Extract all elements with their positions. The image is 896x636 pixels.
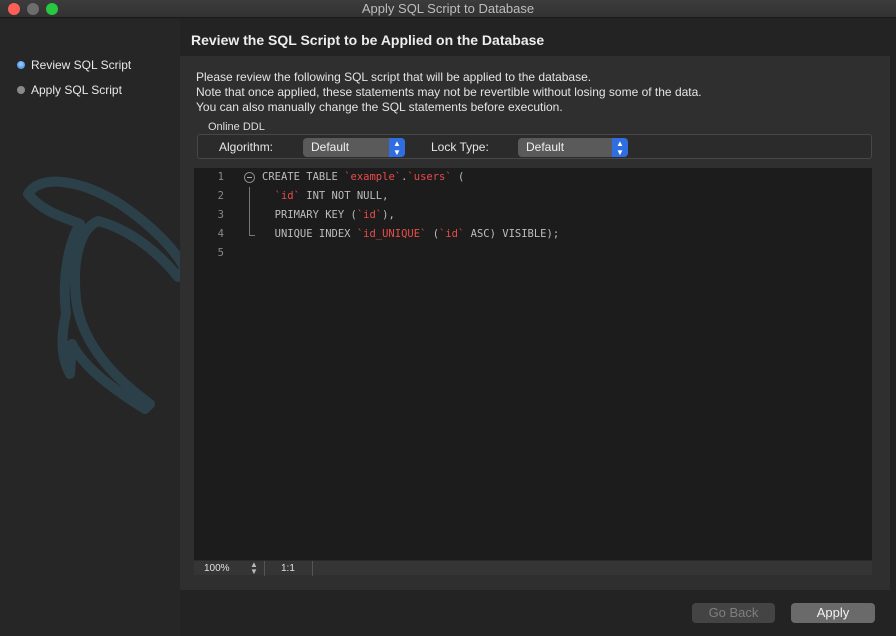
step-inactive-indicator-icon (17, 86, 25, 94)
description-line: You can also manually change the SQL sta… (196, 100, 563, 114)
code-text: CREATE TABLE `example`.`users` ( (262, 171, 465, 183)
dolphin-logo-icon (23, 176, 180, 414)
editor-status-bar: 100% ▲ ▼ 1:1 (194, 560, 872, 576)
lock-type-select[interactable]: Default ▲ ▼ (518, 138, 628, 157)
go-back-button[interactable]: Go Back (692, 603, 775, 623)
zoom-stepper-icon[interactable]: ▲ ▼ (250, 561, 258, 576)
step-label: Apply SQL Script (31, 83, 122, 97)
code-text: `id` INT NOT NULL, (274, 190, 389, 202)
code-text: PRIMARY KEY (`id`), (262, 209, 395, 221)
title-bar: Apply SQL Script to Database (0, 0, 896, 18)
zoom-level: 100% (204, 563, 230, 574)
lock-type-label: Lock Type: (431, 140, 489, 154)
step-label: Review SQL Script (31, 58, 132, 72)
chevron-up-down-icon: ▲ ▼ (612, 138, 628, 157)
fold-guide (249, 187, 250, 235)
window-title: Apply SQL Script to Database (361, 1, 535, 16)
wizard-sidebar: Review SQL Script Apply SQL Script (0, 19, 180, 636)
description: Please review the following SQL script t… (196, 70, 702, 115)
description-line: Note that once applied, these statements… (196, 85, 702, 99)
cursor-position: 1:1 (281, 563, 295, 574)
apply-button[interactable]: Apply (791, 603, 875, 623)
divider (264, 561, 265, 576)
line-number: 1 (217, 171, 224, 183)
algorithm-label: Algorithm: (219, 140, 274, 154)
description-line: Please review the following SQL script t… (196, 70, 592, 84)
sql-editor[interactable]: 1 CREATE TABLE `example`.`users` ( 2 `id` … (194, 168, 872, 574)
divider (312, 561, 313, 576)
step-apply-sql-script: Apply SQL Script (17, 83, 122, 97)
code-text: UNIQUE INDEX `id_UNIQUE` (`id` ASC) VISI… (262, 228, 560, 240)
page-title: Review the SQL Script to be Applied on t… (191, 32, 545, 48)
fold-guide-end (249, 235, 255, 236)
line-number: 5 (217, 247, 224, 259)
line-number: 4 (217, 228, 224, 240)
main-panel: Please review the following SQL script t… (180, 56, 890, 590)
algorithm-select[interactable]: Default ▲ ▼ (303, 138, 405, 157)
algorithm-select-value: Default (311, 140, 350, 154)
chevron-up-down-icon: ▲ ▼ (389, 138, 405, 157)
step-active-indicator-icon (17, 61, 25, 69)
fold-collapse-icon[interactable] (244, 172, 255, 183)
online-ddl-label: Online DDL (208, 121, 265, 133)
online-ddl-group: Algorithm: Default ▲ ▼ Lock Type: Default… (197, 134, 872, 159)
line-number: 2 (217, 190, 224, 202)
lock-type-select-value: Default (526, 140, 565, 154)
line-number: 3 (217, 209, 224, 221)
step-review-sql-script: Review SQL Script (17, 58, 131, 72)
